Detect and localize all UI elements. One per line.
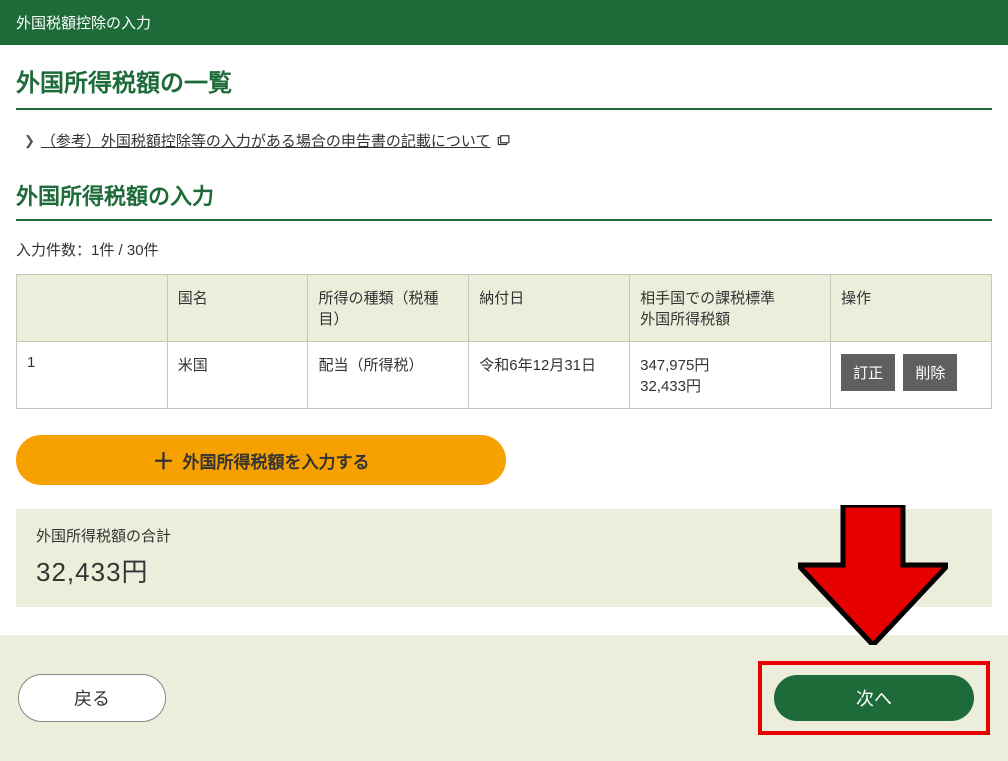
table-row: 1 米国 配当（所得税） 令和6年12月31日 347,975円 32,433円… xyxy=(17,342,992,409)
cell-country: 米国 xyxy=(167,342,308,409)
cell-amount: 347,975円 32,433円 xyxy=(630,342,831,409)
col-header-amount-l2: 外国所得税額 xyxy=(640,308,820,329)
count-label: 入力件数：1件 / 30件 xyxy=(16,239,992,260)
input-section-title: 外国所得税額の入力 xyxy=(16,179,992,221)
cell-type: 配当（所得税） xyxy=(308,342,469,409)
cell-ops: 訂正 削除 xyxy=(831,342,992,409)
cell-num: 1 xyxy=(17,342,168,409)
plus-icon: ＋ xyxy=(152,444,174,476)
reference-link[interactable]: （参考）外国税額控除等の入力がある場合の申告書の記載について xyxy=(41,130,491,151)
page-title: 外国所得税額の一覧 xyxy=(16,63,992,110)
foreign-tax-table: 国名 所得の種類（税種目） 納付日 相手国での課税標準 外国所得税額 操作 1 … xyxy=(16,274,992,409)
next-button[interactable]: 次へ xyxy=(774,675,974,721)
reference-link-row: ❯ （参考）外国税額控除等の入力がある場合の申告書の記載について xyxy=(16,130,992,151)
next-button-highlight: 次へ xyxy=(758,661,990,735)
footer-bar: 戻る 次へ xyxy=(0,635,1008,761)
col-header-amount-l1: 相手国での課税標準 xyxy=(640,287,820,308)
summary-label: 外国所得税額の合計 xyxy=(36,525,972,546)
col-header-num xyxy=(17,275,168,342)
col-header-date: 納付日 xyxy=(469,275,630,342)
header-title: 外国税額控除の入力 xyxy=(16,15,151,32)
add-button-label: 外国所得税額を入力する xyxy=(183,448,370,473)
col-header-type: 所得の種類（税種目） xyxy=(308,275,469,342)
cell-date: 令和6年12月31日 xyxy=(469,342,630,409)
col-header-amount: 相手国での課税標準 外国所得税額 xyxy=(630,275,831,342)
header-bar: 外国税額控除の入力 xyxy=(0,0,1008,45)
back-button[interactable]: 戻る xyxy=(18,674,166,722)
chevron-right-icon: ❯ xyxy=(24,133,35,149)
external-window-icon xyxy=(496,132,510,149)
add-foreign-tax-button[interactable]: ＋ 外国所得税額を入力する xyxy=(16,435,506,485)
cell-amount-taxbase: 347,975円 xyxy=(640,354,820,375)
delete-button[interactable]: 削除 xyxy=(903,354,957,391)
edit-button[interactable]: 訂正 xyxy=(841,354,895,391)
summary-value: 32,433円 xyxy=(36,552,972,589)
col-header-country: 国名 xyxy=(167,275,308,342)
col-header-ops: 操作 xyxy=(831,275,992,342)
cell-amount-foreigntax: 32,433円 xyxy=(640,375,820,396)
summary-panel: 外国所得税額の合計 32,433円 xyxy=(16,509,992,607)
